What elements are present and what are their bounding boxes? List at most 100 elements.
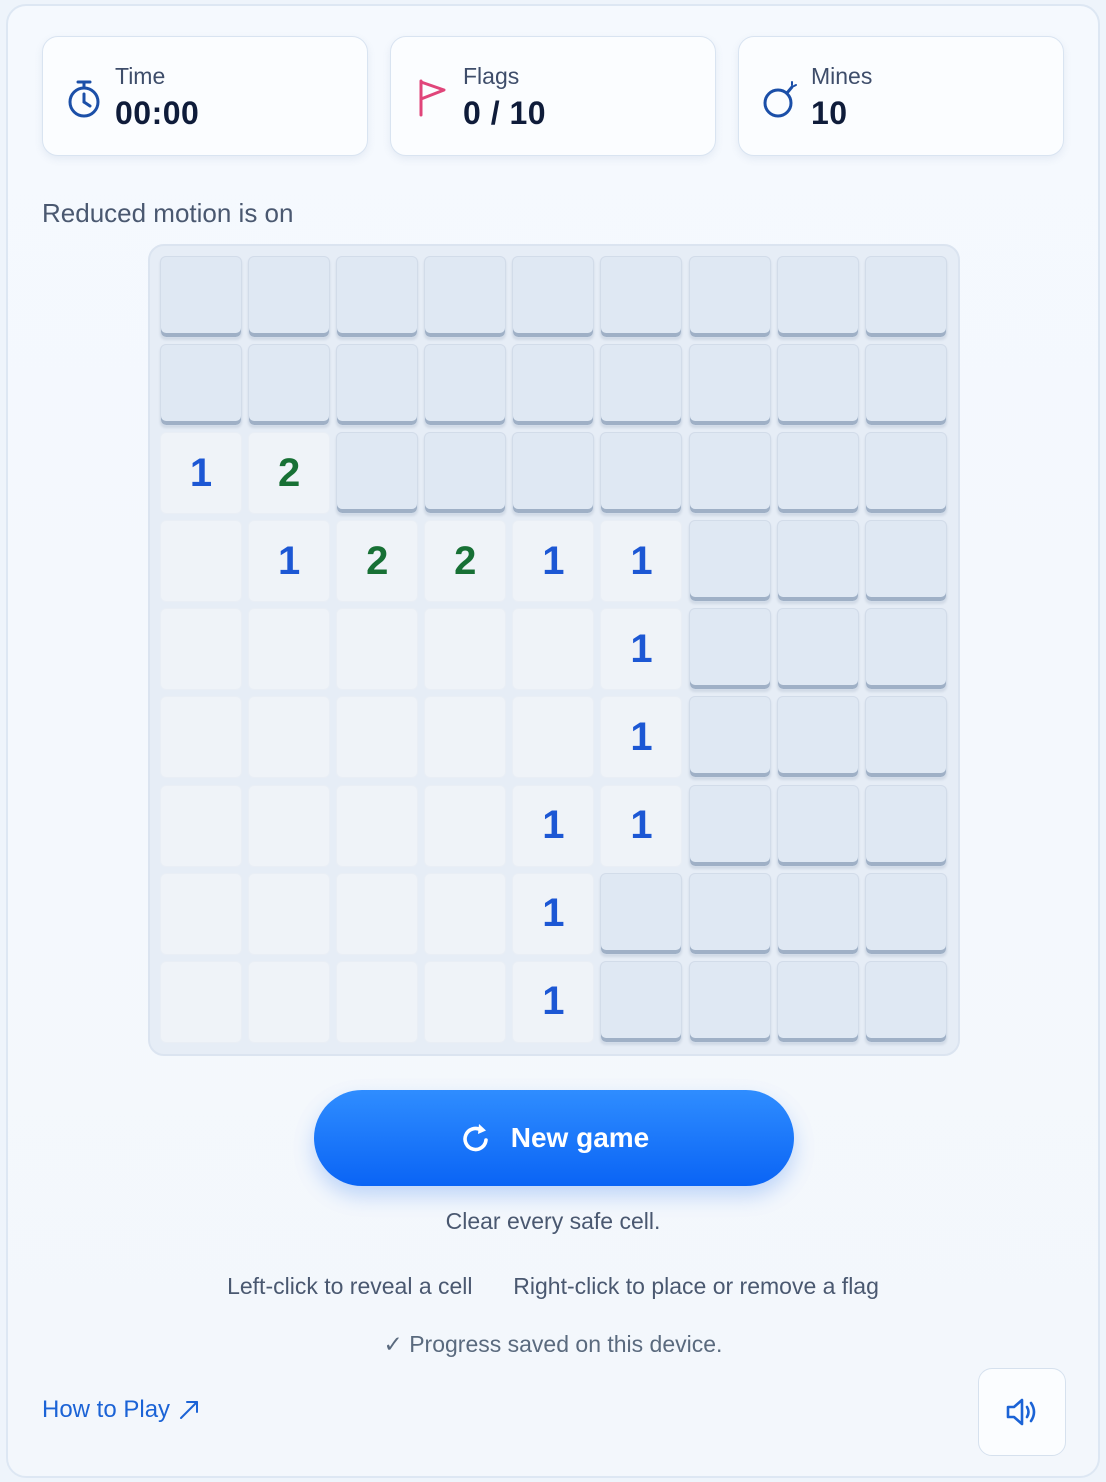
revealed-empty-cell[interactable] xyxy=(248,872,331,955)
hidden-cell[interactable] xyxy=(336,344,419,427)
hidden-cell[interactable] xyxy=(688,608,771,691)
hidden-cell[interactable] xyxy=(424,344,507,427)
revealed-empty-cell[interactable] xyxy=(336,608,419,691)
revealed-number-cell[interactable]: 1 xyxy=(600,696,683,779)
revealed-empty-cell[interactable] xyxy=(336,696,419,779)
revealed-empty-cell[interactable] xyxy=(248,608,331,691)
hidden-cell[interactable] xyxy=(776,256,859,338)
hidden-cell[interactable] xyxy=(424,432,507,515)
hidden-cell[interactable] xyxy=(600,256,683,338)
revealed-empty-cell[interactable] xyxy=(160,520,242,603)
speaker-icon xyxy=(1006,1398,1036,1426)
revealed-empty-cell[interactable] xyxy=(336,784,419,867)
hidden-cell[interactable] xyxy=(864,432,947,515)
revealed-empty-cell[interactable] xyxy=(512,608,595,691)
time-stat: Time 00:00 xyxy=(42,36,368,156)
hidden-cell[interactable] xyxy=(512,432,595,515)
mines-value: 10 xyxy=(811,95,848,131)
revealed-number-cell[interactable]: 2 xyxy=(424,520,507,603)
hidden-cell[interactable] xyxy=(248,256,331,338)
revealed-empty-cell[interactable] xyxy=(248,960,331,1043)
flags-value: 0 / 10 xyxy=(463,95,547,131)
sound-toggle-button[interactable] xyxy=(978,1368,1066,1456)
revealed-empty-cell[interactable] xyxy=(336,960,419,1043)
goal-text: Clear every safe cell. xyxy=(445,1208,661,1234)
hidden-cell[interactable] xyxy=(776,784,859,867)
revealed-empty-cell[interactable] xyxy=(160,784,242,867)
revealed-empty-cell[interactable] xyxy=(248,696,331,779)
hidden-cell[interactable] xyxy=(600,432,683,515)
revealed-empty-cell[interactable] xyxy=(424,608,507,691)
hidden-cell[interactable] xyxy=(864,960,947,1043)
stopwatch-icon xyxy=(68,80,100,118)
revealed-empty-cell[interactable] xyxy=(336,872,419,955)
revealed-empty-cell[interactable] xyxy=(160,872,242,955)
hidden-cell[interactable] xyxy=(776,960,859,1043)
revealed-number-cell[interactable]: 1 xyxy=(160,432,242,515)
revealed-empty-cell[interactable] xyxy=(160,608,242,691)
revealed-empty-cell[interactable] xyxy=(160,696,242,779)
revealed-empty-cell[interactable] xyxy=(424,872,507,955)
revealed-number-cell[interactable]: 1 xyxy=(512,520,595,603)
hidden-cell[interactable] xyxy=(776,608,859,691)
mines-stat: Mines 10 xyxy=(738,36,1064,156)
revealed-empty-cell[interactable] xyxy=(512,696,595,779)
hidden-cell[interactable] xyxy=(512,344,595,427)
hidden-cell[interactable] xyxy=(688,696,771,779)
hidden-cell[interactable] xyxy=(776,696,859,779)
revealed-number-cell[interactable]: 1 xyxy=(512,784,595,867)
hidden-cell[interactable] xyxy=(864,696,947,779)
refresh-icon xyxy=(463,1124,488,1152)
hidden-cell[interactable] xyxy=(688,784,771,867)
external-arrow-icon xyxy=(180,1401,199,1419)
revealed-empty-cell[interactable] xyxy=(424,960,507,1043)
left-click-hint: Left-click to reveal a cell xyxy=(227,1273,473,1299)
revealed-number-cell[interactable]: 1 xyxy=(600,784,683,867)
revealed-number-cell[interactable]: 1 xyxy=(512,872,595,955)
revealed-empty-cell[interactable] xyxy=(424,784,507,867)
hidden-cell[interactable] xyxy=(776,432,859,515)
hidden-cell[interactable] xyxy=(688,432,771,515)
new-game-label: New game xyxy=(510,1122,650,1153)
hidden-cell[interactable] xyxy=(512,256,595,338)
hidden-cell[interactable] xyxy=(864,872,947,955)
hidden-cell[interactable] xyxy=(600,872,683,955)
hidden-cell[interactable] xyxy=(424,256,507,338)
hidden-cell[interactable] xyxy=(336,432,419,515)
revealed-number-cell[interactable]: 1 xyxy=(248,520,331,603)
revealed-number-cell[interactable]: 2 xyxy=(336,520,419,603)
how-to-play-link[interactable]: How to Play xyxy=(42,1396,200,1424)
revealed-number-cell[interactable]: 1 xyxy=(512,960,595,1043)
controls-hint: Left-click to reveal a cell Right-click … xyxy=(0,1273,1106,1300)
how-to-play-label: How to Play xyxy=(42,1396,171,1423)
hidden-cell[interactable] xyxy=(688,256,771,338)
hidden-cell[interactable] xyxy=(864,344,947,427)
hidden-cell[interactable] xyxy=(688,960,771,1043)
revealed-empty-cell[interactable] xyxy=(248,784,331,867)
hidden-cell[interactable] xyxy=(160,256,242,338)
revealed-number-cell[interactable]: 1 xyxy=(600,520,683,603)
hidden-cell[interactable] xyxy=(336,256,419,338)
hidden-cell[interactable] xyxy=(864,784,947,867)
hidden-cell[interactable] xyxy=(248,344,331,427)
minefield-grid: 1212211111111 xyxy=(160,256,947,1043)
new-game-button[interactable]: New game xyxy=(314,1090,794,1186)
hidden-cell[interactable] xyxy=(864,256,947,338)
hidden-cell[interactable] xyxy=(600,344,683,427)
hidden-cell[interactable] xyxy=(864,520,947,603)
hidden-cell[interactable] xyxy=(688,520,771,603)
revealed-empty-cell[interactable] xyxy=(160,960,242,1043)
time-label: Time xyxy=(115,63,166,89)
revealed-number-cell[interactable]: 2 xyxy=(248,432,331,515)
hidden-cell[interactable] xyxy=(600,960,683,1043)
hidden-cell[interactable] xyxy=(864,608,947,691)
hidden-cell[interactable] xyxy=(776,520,859,603)
revealed-empty-cell[interactable] xyxy=(424,696,507,779)
revealed-number-cell[interactable]: 1 xyxy=(600,608,683,691)
hidden-cell[interactable] xyxy=(776,344,859,427)
hidden-cell[interactable] xyxy=(688,344,771,427)
hidden-cell[interactable] xyxy=(776,872,859,955)
hidden-cell[interactable] xyxy=(160,344,242,427)
hidden-cell[interactable] xyxy=(688,872,771,955)
mines-label: Mines xyxy=(811,63,873,89)
